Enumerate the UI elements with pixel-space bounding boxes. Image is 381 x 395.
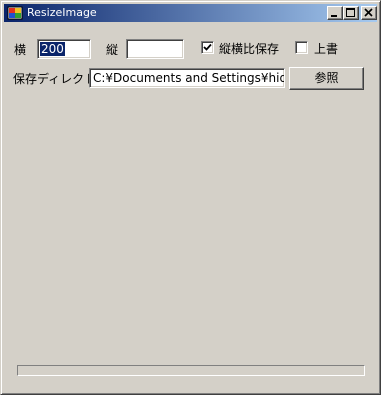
minimize-icon [331,15,337,17]
width-label: 横 [14,43,27,57]
maximize-icon [346,8,355,17]
window-title: ResizeImage [27,6,97,19]
width-input[interactable]: 200 [37,39,91,59]
maximize-button[interactable] [343,6,359,20]
height-label: 縦 [106,43,119,57]
app-icon[interactable] [7,5,23,21]
browse-button[interactable]: 参照 [289,67,364,90]
height-input[interactable] [126,39,184,59]
keep-aspect-checkbox[interactable] [201,41,214,54]
overwrite-label[interactable]: 上書 [314,41,338,57]
close-icon [364,8,373,17]
close-button[interactable] [361,6,377,20]
save-dir-input-value: C:¥Documents and Settings¥hide¥デ [93,71,284,85]
main-window: ResizeImage 横 200 縦 縦横比保存 上書 保存ディレクトリ C:… [0,0,381,395]
width-input-value: 200 [40,42,65,56]
minimize-button[interactable] [327,6,343,20]
progress-bar [17,365,365,376]
keep-aspect-label[interactable]: 縦横比保存 [219,41,279,57]
overwrite-checkbox[interactable] [295,41,308,54]
title-bar[interactable]: ResizeImage [4,4,377,22]
checkmark-icon [203,43,212,51]
save-dir-input[interactable]: C:¥Documents and Settings¥hide¥デ [89,68,285,88]
